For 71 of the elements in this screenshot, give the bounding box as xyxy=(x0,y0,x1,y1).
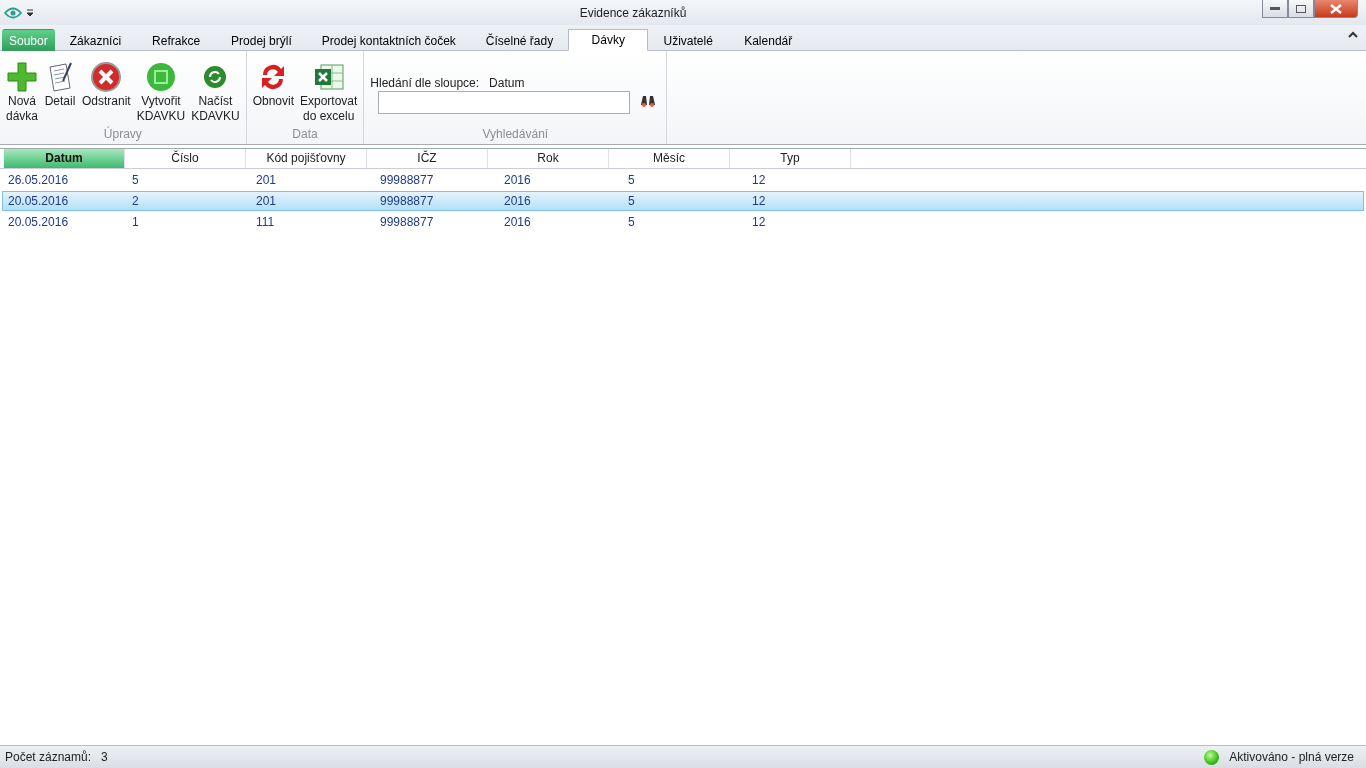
delete-icon xyxy=(90,61,123,93)
table-cell-text: 20.05.2016 xyxy=(7,214,70,231)
table-cell-text: 2016 xyxy=(503,172,532,189)
group-label: Data xyxy=(291,127,319,143)
ribbon-button[interactable]: Odstranit xyxy=(80,60,133,127)
ribbon-button[interactable]: Načíst KDAVKU xyxy=(189,60,242,127)
table-cell-text: 99988877 xyxy=(379,214,435,231)
save-icon xyxy=(144,61,177,93)
activation-status: Aktivováno - plná verze xyxy=(1229,750,1354,764)
ribbon-tab[interactable]: Číselné řady xyxy=(470,29,569,51)
binoculars-icon[interactable] xyxy=(640,94,657,107)
close-button[interactable] xyxy=(1314,0,1358,18)
table-cell-text: 26.05.2016 xyxy=(7,172,70,189)
table-cell-text: 2016 xyxy=(503,193,532,210)
maximize-icon xyxy=(1296,4,1306,13)
ribbon-tab[interactable]: Prodej kontaktních čoček xyxy=(306,29,471,51)
load-icon xyxy=(203,65,228,89)
table-cell-text: 99988877 xyxy=(379,172,435,189)
table-row[interactable]: 20.05.2016 2 201 99988877 2016 5 12 xyxy=(2,191,1364,211)
ribbon-tab[interactable]: Dávky xyxy=(568,29,649,51)
window-title: Evidence zákazníků xyxy=(578,5,688,20)
table-cell-text: 12 xyxy=(751,214,767,231)
table-cell-text: 201 xyxy=(255,172,278,189)
dropdown-icon[interactable] xyxy=(26,8,34,17)
column-header[interactable]: Kód pojišťovny xyxy=(246,149,367,168)
table-cell-text: 12 xyxy=(751,193,767,210)
column-header[interactable]: Měsíc xyxy=(609,149,730,168)
table-cell-text: 12 xyxy=(751,172,767,189)
table-row[interactable]: 26.05.2016 5 201 99988877 2016 5 12 xyxy=(2,170,1364,190)
ribbon-tab[interactable]: Uživatelé xyxy=(648,29,729,51)
table-cell-text: 5 xyxy=(627,214,636,231)
collapse-ribbon-icon[interactable] xyxy=(1348,31,1358,38)
table-cell-text: 20.05.2016 xyxy=(7,193,70,210)
ribbon-button[interactable]: Vytvořit KDAVKU xyxy=(134,60,188,127)
ribbon-tab[interactable]: Kalendář xyxy=(728,29,809,51)
ribbon-button[interactable]: Obnovit xyxy=(250,60,296,127)
record-count-label: Počet záznamů: xyxy=(5,750,92,764)
table-cell-text: 2016 xyxy=(503,214,532,231)
maximize-button[interactable] xyxy=(1288,0,1314,18)
ribbon-button[interactable]: Nová dávka xyxy=(4,60,40,127)
group-label: Vyhledávání xyxy=(481,127,550,143)
plus-icon xyxy=(6,61,38,93)
table-cell-text: 5 xyxy=(627,172,636,189)
column-header[interactable]: IČZ xyxy=(367,149,488,168)
table-cell-text: 5 xyxy=(131,172,140,189)
ribbon-button[interactable]: Exportovat do excelu xyxy=(298,60,360,127)
ribbon-tab[interactable]: Refrakce xyxy=(136,29,217,51)
spreadsheet-icon xyxy=(312,61,345,93)
close-icon xyxy=(1330,3,1342,14)
column-header[interactable]: Typ xyxy=(730,149,851,168)
search-column: Datum xyxy=(489,76,525,90)
column-header[interactable]: Datum xyxy=(4,149,125,168)
minimize-button[interactable] xyxy=(1262,0,1288,18)
table-cell-text: 111 xyxy=(255,214,276,231)
ribbon-button[interactable]: Detail xyxy=(42,60,78,127)
table-cell-text: 1 xyxy=(131,214,140,231)
record-count: 3 xyxy=(101,750,108,764)
table-cell-text: 5 xyxy=(627,193,636,210)
column-header[interactable]: Číslo xyxy=(125,149,246,168)
table-cell-text: 201 xyxy=(255,193,278,210)
status-led-icon xyxy=(1204,749,1220,765)
search-field[interactable] xyxy=(378,91,631,114)
search-label: Hledání dle sloupce: xyxy=(370,76,480,90)
ribbon-tab[interactable]: Prodej brýlí xyxy=(216,29,307,51)
table-row[interactable]: 20.05.2016 1 111 99988877 2016 5 12 xyxy=(2,212,1364,232)
group-label: Úpravy xyxy=(102,127,143,143)
minimize-icon xyxy=(1270,6,1280,11)
table-cell-text: 2 xyxy=(131,193,140,210)
table-cell-text: 99988877 xyxy=(379,193,435,210)
column-header[interactable]: Rok xyxy=(488,149,609,168)
ribbon-tab[interactable]: Zákazníci xyxy=(54,29,137,51)
